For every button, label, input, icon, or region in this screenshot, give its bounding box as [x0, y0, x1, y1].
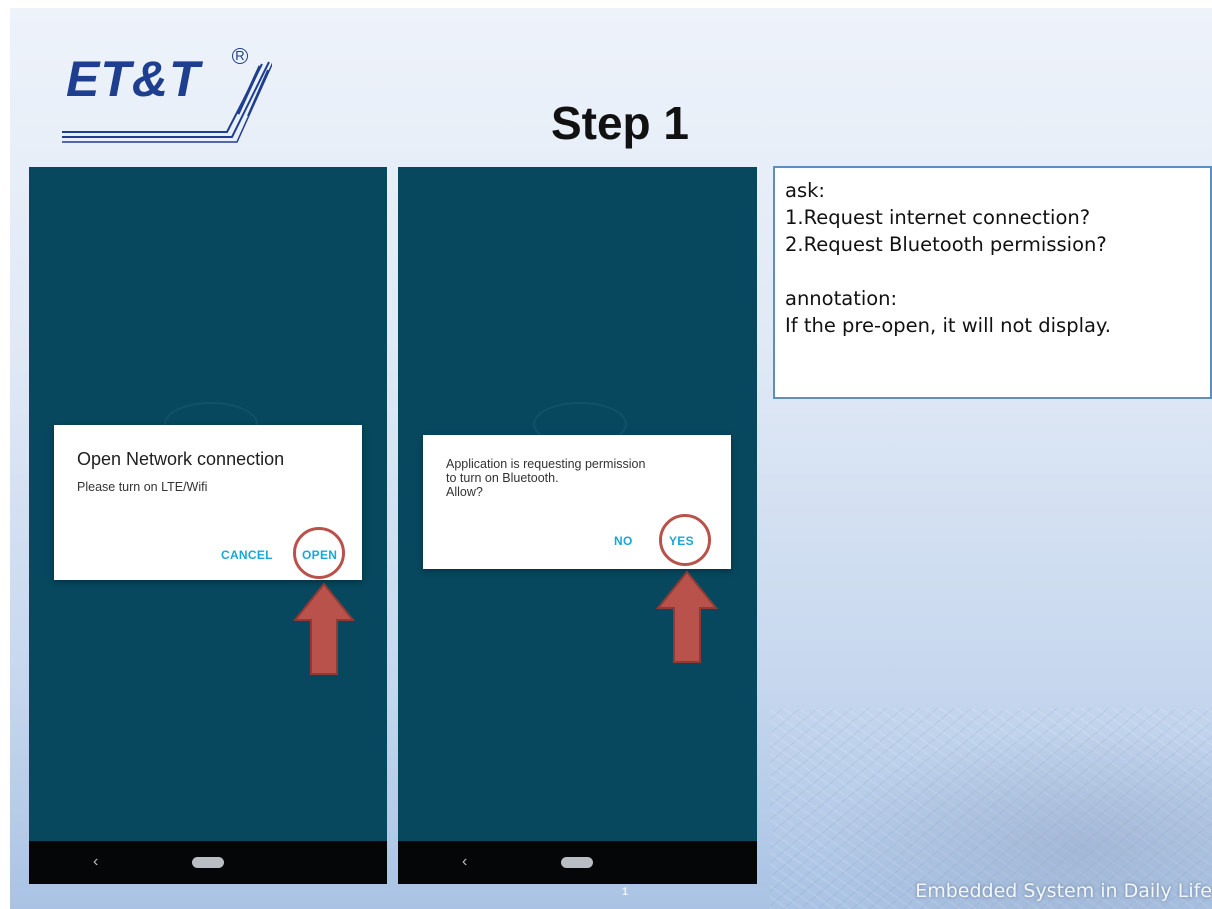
- network-dialog-title: Open Network connection: [77, 449, 285, 469]
- cancel-button[interactable]: CANCEL: [221, 548, 273, 562]
- ask-item: 2.Request Bluetooth permission?: [785, 233, 1107, 256]
- bluetooth-dialog-message: Application is requesting permission to …: [446, 457, 646, 499]
- annotation-text: If the pre-open, it will not display.: [785, 314, 1111, 337]
- nav-back-icon[interactable]: ‹: [93, 853, 98, 871]
- network-dialog-message: Please turn on LTE/Wifi: [77, 480, 208, 494]
- registered-mark: R: [232, 48, 248, 64]
- logo-text: ET&T: [66, 51, 201, 107]
- slide: ET&T R Step 1 Open Network connection Pl…: [10, 8, 1212, 909]
- nav-home-pill-icon[interactable]: [192, 857, 224, 868]
- notes-box: ask: 1.Request internet connection? 2.Re…: [773, 166, 1212, 399]
- circuit-board-decoration: [770, 708, 1212, 909]
- bluetooth-dialog: Application is requesting permission to …: [423, 435, 731, 569]
- nav-home-pill-icon[interactable]: [561, 857, 593, 868]
- phone-screen-network: Open Network connection Please turn on L…: [29, 167, 387, 884]
- slide-title: Step 1: [550, 97, 690, 149]
- android-nav-bar: ‹: [398, 841, 757, 884]
- highlight-circle: [659, 514, 711, 566]
- nav-back-icon[interactable]: ‹: [462, 853, 467, 871]
- company-logo: ET&T R: [62, 44, 272, 144]
- annotation-heading: annotation:: [785, 287, 898, 310]
- no-button[interactable]: NO: [614, 534, 633, 548]
- network-dialog: Open Network connection Please turn on L…: [54, 425, 362, 580]
- ask-heading: ask:: [785, 179, 825, 202]
- page-number: 1: [622, 886, 629, 898]
- phone-screen-bluetooth: Application is requesting permission to …: [398, 167, 757, 884]
- highlight-circle: [293, 527, 345, 579]
- footer-caption: Embedded System in Daily Life: [915, 880, 1212, 902]
- up-arrow-icon: [656, 570, 718, 663]
- android-nav-bar: ‹: [29, 841, 387, 884]
- ask-item: 1.Request internet connection?: [785, 206, 1091, 229]
- up-arrow-icon: [293, 582, 355, 675]
